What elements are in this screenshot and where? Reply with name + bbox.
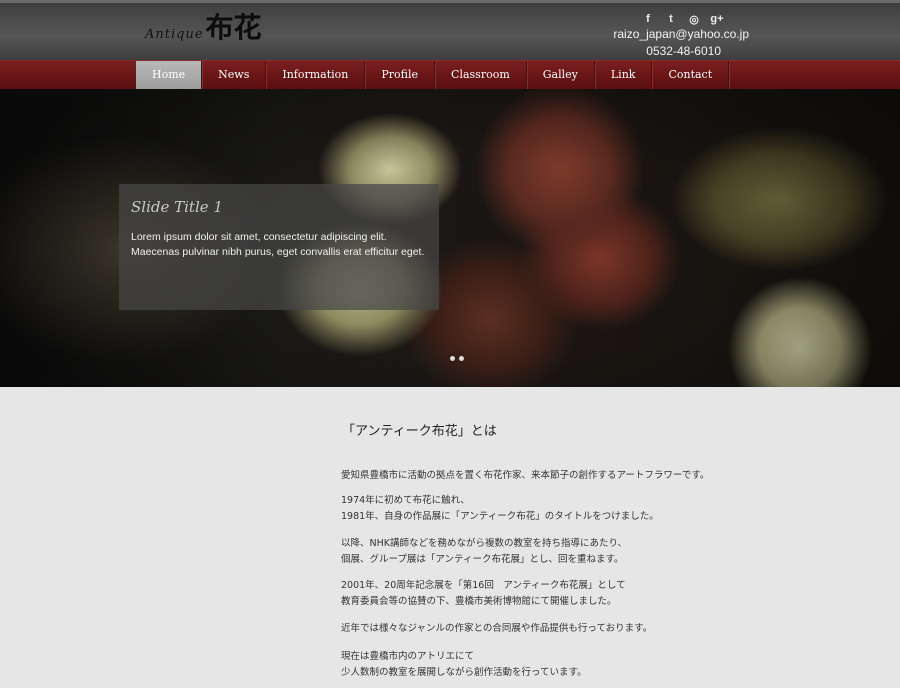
main-content: 「アンティーク布花」とは 愛知県豊橋市に活動の拠点を置く布花作家、来本節子の創作… [341,420,761,678]
content-paragraph-1: 愛知県豊橋市に活動の拠点を置く布花作家、来本節子の創作するアートフラワーです。 [341,468,709,484]
content-heading: 「アンティーク布花」とは [342,424,497,439]
slider-dot-2[interactable] [459,356,464,361]
nav-item-classroom[interactable]: Classroom [435,61,527,89]
content-paragraph-6: 現在は豊橋市内のアトリエにて 少人数制の教室を展開しながら創作活動を行っています… [341,649,587,681]
paragraph-line: 少人数制の教室を展開しながら創作活動を行っています。 [341,667,587,678]
paragraph-line: 以降、NHK講師などを務めながら複数の教室を持ち指導にあたり、 [341,538,628,549]
hero-slider[interactable]: Slide Title 1 Lorem ipsum dolor sit amet… [0,89,900,387]
nav-item-contact[interactable]: Contact [652,61,730,89]
logo-script-text: Antique [145,27,204,42]
nav-item-galley[interactable]: Galley [527,61,595,89]
main-nav: Home News Information Profile Classroom … [136,61,730,89]
nav-item-information[interactable]: Information [266,61,366,89]
content-paragraph-2: 1974年に初めて布花に触れ、 1981年、自身の作品展に「アンティーク布花」の… [341,493,659,525]
paragraph-line: 教育委員会等の協賛の下、豊橋市美術博物館にて開催しました。 [341,596,617,607]
slide-title: Slide Title 1 [131,198,223,216]
contact-email[interactable]: raizo_japan@yahoo.co.jp [613,27,749,41]
paragraph-line: 個展、グループ展は「アンティーク布花展」とし、回を重ねます。 [341,554,624,565]
logo-kanji-text: 布花 [205,11,262,44]
paragraph-line: 近年では様々なジャンルの作家との合同展や作品提供も行っております。 [341,623,653,634]
social-links: f t ◎ g+ [641,12,724,26]
site-header: Antique 布花 f t ◎ g+ raizo_japan@yahoo.co… [0,0,900,60]
content-paragraph-3: 以降、NHK講師などを務めながら複数の教室を持ち指導にあたり、 個展、グループ展… [341,536,627,568]
nav-item-link[interactable]: Link [595,61,653,89]
content-paragraph-4: 2001年、20周年記念展を「第16回 アンティーク布花展」として 教育委員会等… [341,578,626,610]
slide-text: Lorem ipsum dolor sit amet, consectetur … [131,231,425,258]
contact-phone: 0532-48-6010 [646,44,721,58]
slider-pagination [450,356,464,361]
site-logo[interactable]: Antique 布花 [145,6,262,44]
twitter-icon[interactable]: t [664,12,678,26]
paragraph-line: 1974年に初めて布花に触れ、 [341,495,470,506]
slide-caption: Slide Title 1 Lorem ipsum dolor sit amet… [119,184,439,310]
google-plus-icon[interactable]: g+ [710,12,724,26]
facebook-icon[interactable]: f [641,12,655,26]
slider-dot-1[interactable] [450,356,455,361]
main-navbar: Home News Information Profile Classroom … [0,60,900,89]
paragraph-line: 2001年、20周年記念展を「第16回 アンティーク布花展」として [341,580,626,591]
nav-item-news[interactable]: News [202,61,267,89]
instagram-icon[interactable]: ◎ [687,12,701,26]
paragraph-line: 愛知県豊橋市に活動の拠点を置く布花作家、来本節子の創作するアートフラワーです。 [341,470,710,481]
paragraph-line: 1981年、自身の作品展に「アンティーク布花」のタイトルをつけました。 [341,511,659,522]
nav-item-home[interactable]: Home [136,61,203,89]
nav-item-profile[interactable]: Profile [365,61,436,89]
paragraph-line: 現在は豊橋市内のアトリエにて [341,651,475,662]
content-paragraph-5: 近年では様々なジャンルの作家との合同展や作品提供も行っております。 [341,621,652,637]
